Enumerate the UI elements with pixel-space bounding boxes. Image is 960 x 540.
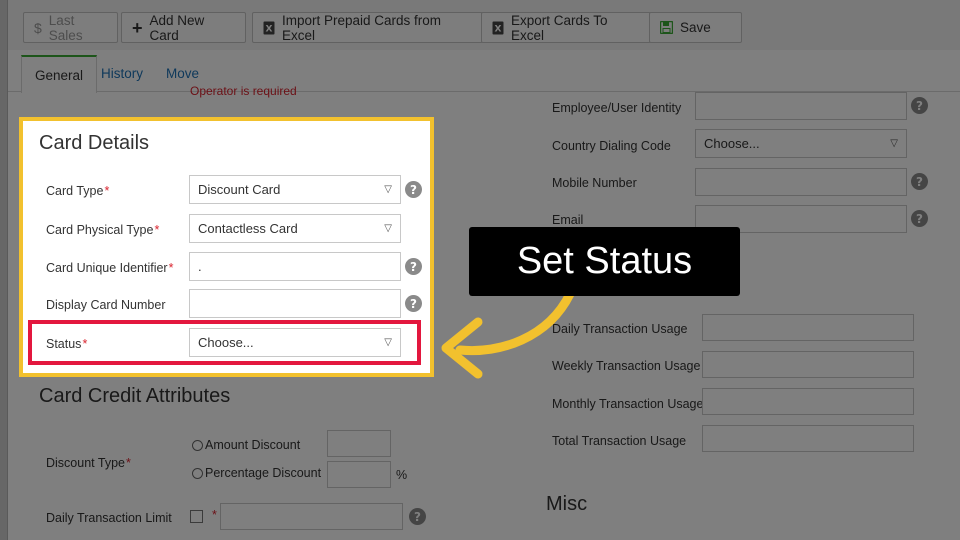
unique-id-label-text: Card Unique Identifier [46,261,168,275]
physical-type-label: Card Physical Type* [46,223,159,237]
help-icon[interactable]: ? [405,258,422,275]
card-details-title: Card Details [39,132,150,154]
physical-type-value: Contactless Card [198,221,298,236]
unique-id-input[interactable]: . [189,252,401,281]
set-status-callout: Set Status [469,227,740,296]
unique-id-value: . [198,259,202,274]
required-mark: * [154,223,160,237]
help-icon[interactable]: ? [405,181,422,198]
unique-id-label: Card Unique Identifier* [46,261,173,275]
display-number-label: Display Card Number [46,298,166,312]
required-mark: * [104,184,110,198]
card-type-value: Discount Card [198,182,281,197]
display-number-input[interactable] [189,289,401,318]
physical-type-select[interactable]: Contactless Card ▽ [189,214,401,243]
card-type-select[interactable]: Discount Card ▽ [189,175,401,204]
required-mark: * [168,261,174,275]
curved-arrow-icon [441,290,575,379]
status-highlight-box [28,320,421,365]
chevron-down-icon: ▽ [384,223,392,234]
card-type-label: Card Type* [46,184,109,198]
card-type-label-text: Card Type [46,184,104,198]
help-icon[interactable]: ? [405,295,422,312]
physical-type-label-text: Card Physical Type [46,223,154,237]
chevron-down-icon: ▽ [384,184,392,195]
